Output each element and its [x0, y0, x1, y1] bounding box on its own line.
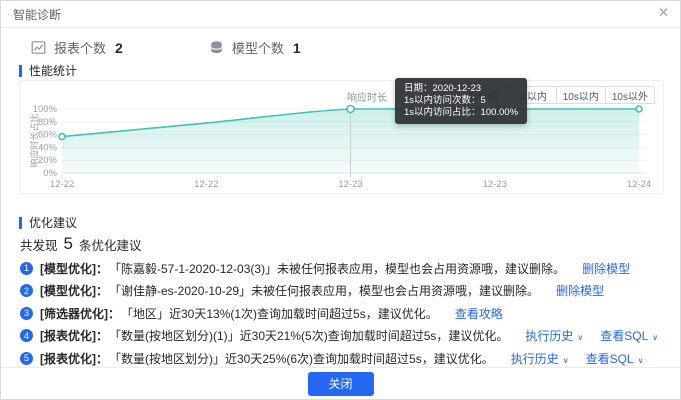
suggestion-category: [模型优化]： — [40, 260, 108, 277]
model-database-icon — [209, 40, 224, 55]
suggestion-text: 「地区」近30天13%(1次)查询加载时间超过5s，建议优化。 — [121, 305, 438, 322]
svg-text:40%: 40% — [38, 142, 58, 153]
svg-text:12-23: 12-23 — [338, 179, 362, 190]
suggestions-summary: 共发现 5 条优化建议 — [20, 234, 142, 254]
suggestion-number-badge: 5 — [20, 352, 33, 365]
suggestion-item: 4 [报表优化]： 「数量(按地区划分)(1)」近30天21%(5次)查询加载时… — [20, 325, 670, 348]
summary-prefix: 共发现 — [20, 235, 58, 254]
svg-text:20%: 20% — [38, 155, 58, 166]
suggestion-links: 删除模型 — [565, 260, 630, 277]
chevron-down-icon: ∨ — [577, 333, 583, 342]
tooltip-visits: 1s以内访问次数：5 — [404, 95, 518, 107]
suggestion-number-badge: 2 — [20, 284, 33, 297]
dialog-header: 智能诊断 — [1, 1, 680, 28]
suggestion-number-badge: 1 — [20, 262, 33, 275]
suggestion-text: 「数量(按地区划分)(1)」近30天21%(5次)查询加载时间超过5s，建议优化… — [109, 327, 508, 344]
stat-value: 2 — [115, 40, 123, 56]
svg-text:100%: 100% — [33, 104, 58, 115]
suggestion-link[interactable]: 执行历史∨ — [511, 352, 569, 366]
suggestion-links: 执行历史∨ 查看SQL∨ — [494, 350, 644, 367]
chart-tooltip: 日期：2020-12-23 1s以内访问次数：5 1s以内访问占比：100.00… — [395, 78, 527, 124]
suggestion-link[interactable]: 查看攻略 — [455, 307, 503, 321]
suggestion-category: [报表优化]： — [40, 327, 108, 344]
chevron-down-icon: ∨ — [563, 356, 569, 365]
suggestion-category: [模型优化]： — [40, 282, 108, 299]
suggestion-item: 1 [模型优化]： 「陈嘉毅-57-1-2020-12-03(3)」未被任何报表… — [20, 257, 670, 280]
suggestion-link[interactable]: 查看SQL∨ — [600, 329, 658, 343]
suggestion-link[interactable]: 删除模型 — [556, 284, 604, 298]
performance-chart-card: 响应时长 1s以内4s以内10s以内10s以外 响应时长占比 0%20%40%6… — [19, 80, 664, 194]
chevron-down-icon: ∨ — [652, 333, 658, 342]
suggestion-category: [筛选器优化]： — [40, 305, 120, 322]
stat-label: 报表个数 — [54, 38, 106, 57]
summary-suffix: 条优化建议 — [79, 235, 142, 254]
suggestion-links: 删除模型 — [539, 282, 604, 299]
suggestion-text: 「数量(按地区划分)」近30天25%(6次)查询加载时间超过5s，建议优化。 — [109, 350, 494, 367]
svg-text:12-22: 12-22 — [194, 179, 218, 190]
suggestion-links: 执行历史∨ 查看SQL∨ — [508, 327, 658, 344]
svg-text:12-22: 12-22 — [50, 179, 74, 190]
suggestion-number-badge: 4 — [20, 329, 33, 342]
tooltip-date: 日期：2020-12-23 — [404, 83, 518, 95]
chevron-down-icon: ∨ — [638, 356, 644, 365]
section-title-suggestions: 优化建议 — [19, 217, 77, 229]
svg-text:12-24: 12-24 — [627, 179, 651, 190]
svg-text:60%: 60% — [38, 130, 58, 141]
svg-text:0%: 0% — [43, 168, 57, 179]
intelligent-diagnosis-dialog: 智能诊断 ✕ 报表个数 2 模型个数 1 性能统计 响应时长 1s以内4s以内1… — [0, 0, 681, 400]
close-icon[interactable]: ✕ — [658, 6, 669, 19]
suggestion-link[interactable]: 执行历史∨ — [525, 329, 583, 343]
dialog-footer: 关闭 — [1, 367, 680, 399]
stat-report-count: 报表个数 2 — [31, 38, 123, 57]
performance-area-chart[interactable]: 0% 20% 40%60% 80% 100% 12-22 12-22 12-23 12-23 12… — [20, 81, 665, 195]
stat-value: 1 — [293, 40, 301, 56]
suggestion-number-badge: 3 — [20, 307, 33, 320]
svg-text:80%: 80% — [38, 117, 58, 128]
suggestion-text: 「谢佳静-es-2020-10-29」未被任何报表应用，模型也会占用资源哦，建议… — [109, 282, 539, 299]
report-chart-icon — [31, 40, 46, 55]
suggestion-list: 1 [模型优化]： 「陈嘉毅-57-1-2020-12-03(3)」未被任何报表… — [20, 257, 670, 370]
stat-label: 模型个数 — [232, 38, 284, 57]
section-title-performance: 性能统计 — [19, 65, 77, 77]
suggestion-item: 2 [模型优化]： 「谢佳静-es-2020-10-29」未被任何报表应用，模型… — [20, 280, 670, 303]
suggestion-category: [报表优化]： — [40, 350, 108, 367]
summary-count: 5 — [64, 234, 73, 254]
suggestion-text: 「陈嘉毅-57-1-2020-12-03(3)」未被任何报表应用，模型也会占用资… — [109, 260, 565, 277]
suggestion-item: 3 [筛选器优化]： 「地区」近30天13%(1次)查询加载时间超过5s，建议优… — [20, 302, 670, 325]
dialog-title: 智能诊断 — [13, 6, 61, 23]
suggestion-links: 查看攻略 — [438, 305, 503, 322]
stats-row: 报表个数 2 模型个数 1 — [31, 38, 301, 57]
close-button[interactable]: 关闭 — [308, 372, 374, 396]
stat-model-count: 模型个数 1 — [209, 38, 301, 57]
tooltip-ratio: 1s以内访问占比：100.00% — [404, 107, 518, 119]
svg-text:12-23: 12-23 — [483, 179, 507, 190]
suggestion-link[interactable]: 查看SQL∨ — [586, 352, 644, 366]
suggestion-link[interactable]: 删除模型 — [582, 262, 630, 276]
